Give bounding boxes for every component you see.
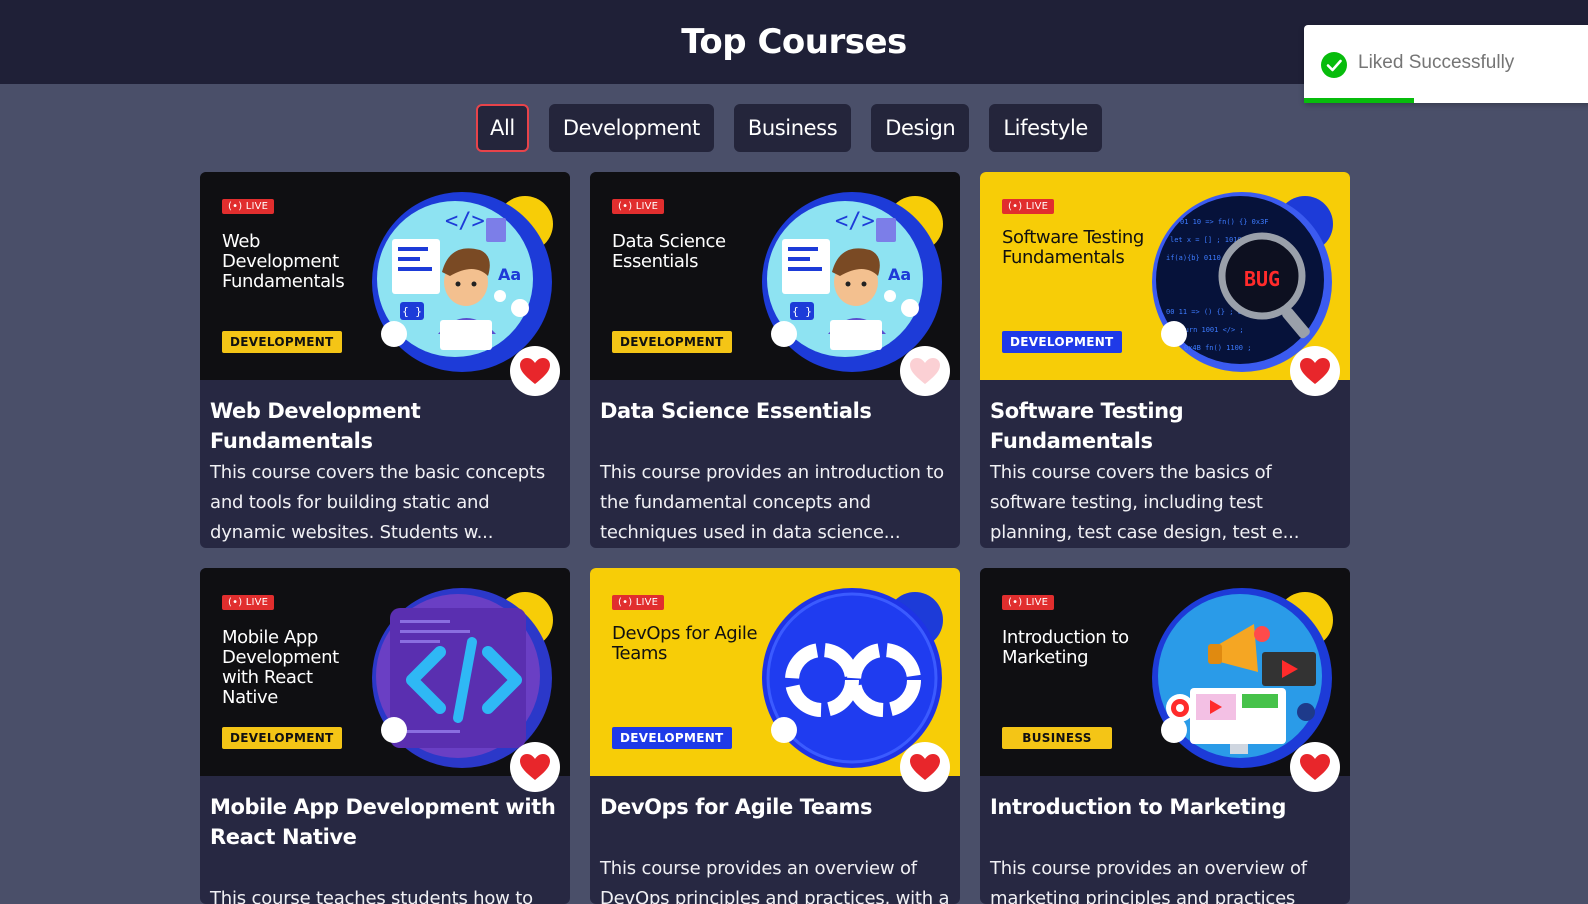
filter-design[interactable]: Design [871,104,970,152]
category-filter-bar: All Development Business Design Lifestyl… [476,104,1102,152]
course-thumbnail: (•) LIVE Mobile App Development with Rea… [200,568,570,776]
like-button[interactable] [1290,346,1340,396]
live-badge: (•) LIVE [612,595,665,610]
thumbnail-title: Data Science Essentials [612,231,726,272]
live-badge: (•) LIVE [1002,199,1055,214]
svg-text:{ }: { } [792,305,812,318]
course-description: This course covers the basics of softwar… [990,462,1300,543]
course-title: Mobile App Development with React Native [210,795,556,849]
toast-message: Liked Successfully [1358,52,1515,73]
course-card-software-testing[interactable]: (•) LIVE Software Testing Fundamentals D… [980,172,1350,548]
category-tag: DEVELOPMENT [222,727,342,749]
filter-all[interactable]: All [476,104,529,152]
like-button[interactable] [900,742,950,792]
category-tag: DEVELOPMENT [1002,331,1122,353]
like-button[interactable] [1290,742,1340,792]
course-thumbnail: (•) LIVE DevOps for Agile Teams DEVELOPM… [590,568,960,776]
category-tag: BUSINESS [1002,727,1112,749]
course-title: DevOps for Agile Teams [600,795,873,819]
heart-icon [1300,754,1330,780]
course-card-mobile-app[interactable]: (•) LIVE Mobile App Development with Rea… [200,568,570,904]
heart-icon [910,754,940,780]
svg-text:Aa: Aa [498,265,521,284]
course-title: Web Development Fundamentals [210,399,421,453]
live-badge: (•) LIVE [1002,595,1055,610]
svg-text:Aa: Aa [888,265,911,284]
course-description: This course provides an overview of DevO… [600,858,950,904]
live-badge: (•) LIVE [222,595,275,610]
filter-development[interactable]: Development [548,104,714,152]
course-description: This course provides an overview of mark… [990,858,1307,904]
course-card-devops[interactable]: (•) LIVE DevOps for Agile Teams DEVELOPM… [590,568,960,904]
svg-text:BUG: BUG [1244,267,1280,291]
course-description: This course teaches students how to [210,888,533,904]
course-card-marketing[interactable]: (•) LIVE Introduction to Marketing BUSIN… [980,568,1350,904]
course-title: Software Testing Fundamentals [990,399,1184,453]
thumbnail-title: DevOps for Agile Teams [612,623,758,664]
category-tag: DEVELOPMENT [222,331,342,353]
heart-icon [520,358,550,384]
course-card-web-development[interactable]: (•) LIVE Web Development Fundamentals DE… [200,172,570,548]
category-tag: DEVELOPMENT [612,331,732,353]
check-circle-icon [1321,52,1347,78]
svg-text:</>: </> [835,209,875,234]
thumbnail-title: Web Development Fundamentals [222,231,345,292]
svg-text:{ }: { } [402,305,422,318]
svg-text:01 10 => fn() {} 0x3F: 01 10 => fn() {} 0x3F [1180,218,1269,226]
course-thumbnail: (•) LIVE Introduction to Marketing BUSIN… [980,568,1350,776]
course-thumbnail: (•) LIVE Data Science Essentials DEVELOP… [590,172,960,380]
like-button[interactable] [510,742,560,792]
course-description: This course covers the basic concepts an… [210,462,545,543]
course-card-data-science[interactable]: (•) LIVE Data Science Essentials DEVELOP… [590,172,960,548]
course-description: This course provides an introduction to … [600,462,944,543]
course-title: Data Science Essentials [600,399,872,423]
thumbnail-title: Introduction to Marketing [1002,627,1129,668]
svg-text:0x4B fn() 1100 ;: 0x4B fn() 1100 ; [1184,344,1251,352]
live-badge: (•) LIVE [612,199,665,214]
course-thumbnail: (•) LIVE Web Development Fundamentals DE… [200,172,570,380]
like-button[interactable] [900,346,950,396]
filter-business[interactable]: Business [733,104,852,152]
heart-icon [1300,358,1330,384]
thumbnail-title: Software Testing Fundamentals [1002,227,1144,268]
like-button[interactable] [510,346,560,396]
course-title: Introduction to Marketing [990,795,1287,819]
svg-text:</>: </> [445,209,485,234]
success-toast[interactable]: Liked Successfully [1304,25,1588,103]
live-badge: (•) LIVE [222,199,275,214]
toast-progress-bar [1304,98,1415,103]
category-tag: DEVELOPMENT [612,727,732,749]
heart-icon [520,754,550,780]
filter-lifestyle[interactable]: Lifestyle [989,104,1102,152]
course-thumbnail: (•) LIVE Software Testing Fundamentals D… [980,172,1350,380]
thumbnail-title: Mobile App Development with React Native [222,627,339,708]
heart-outline-icon [910,358,940,384]
